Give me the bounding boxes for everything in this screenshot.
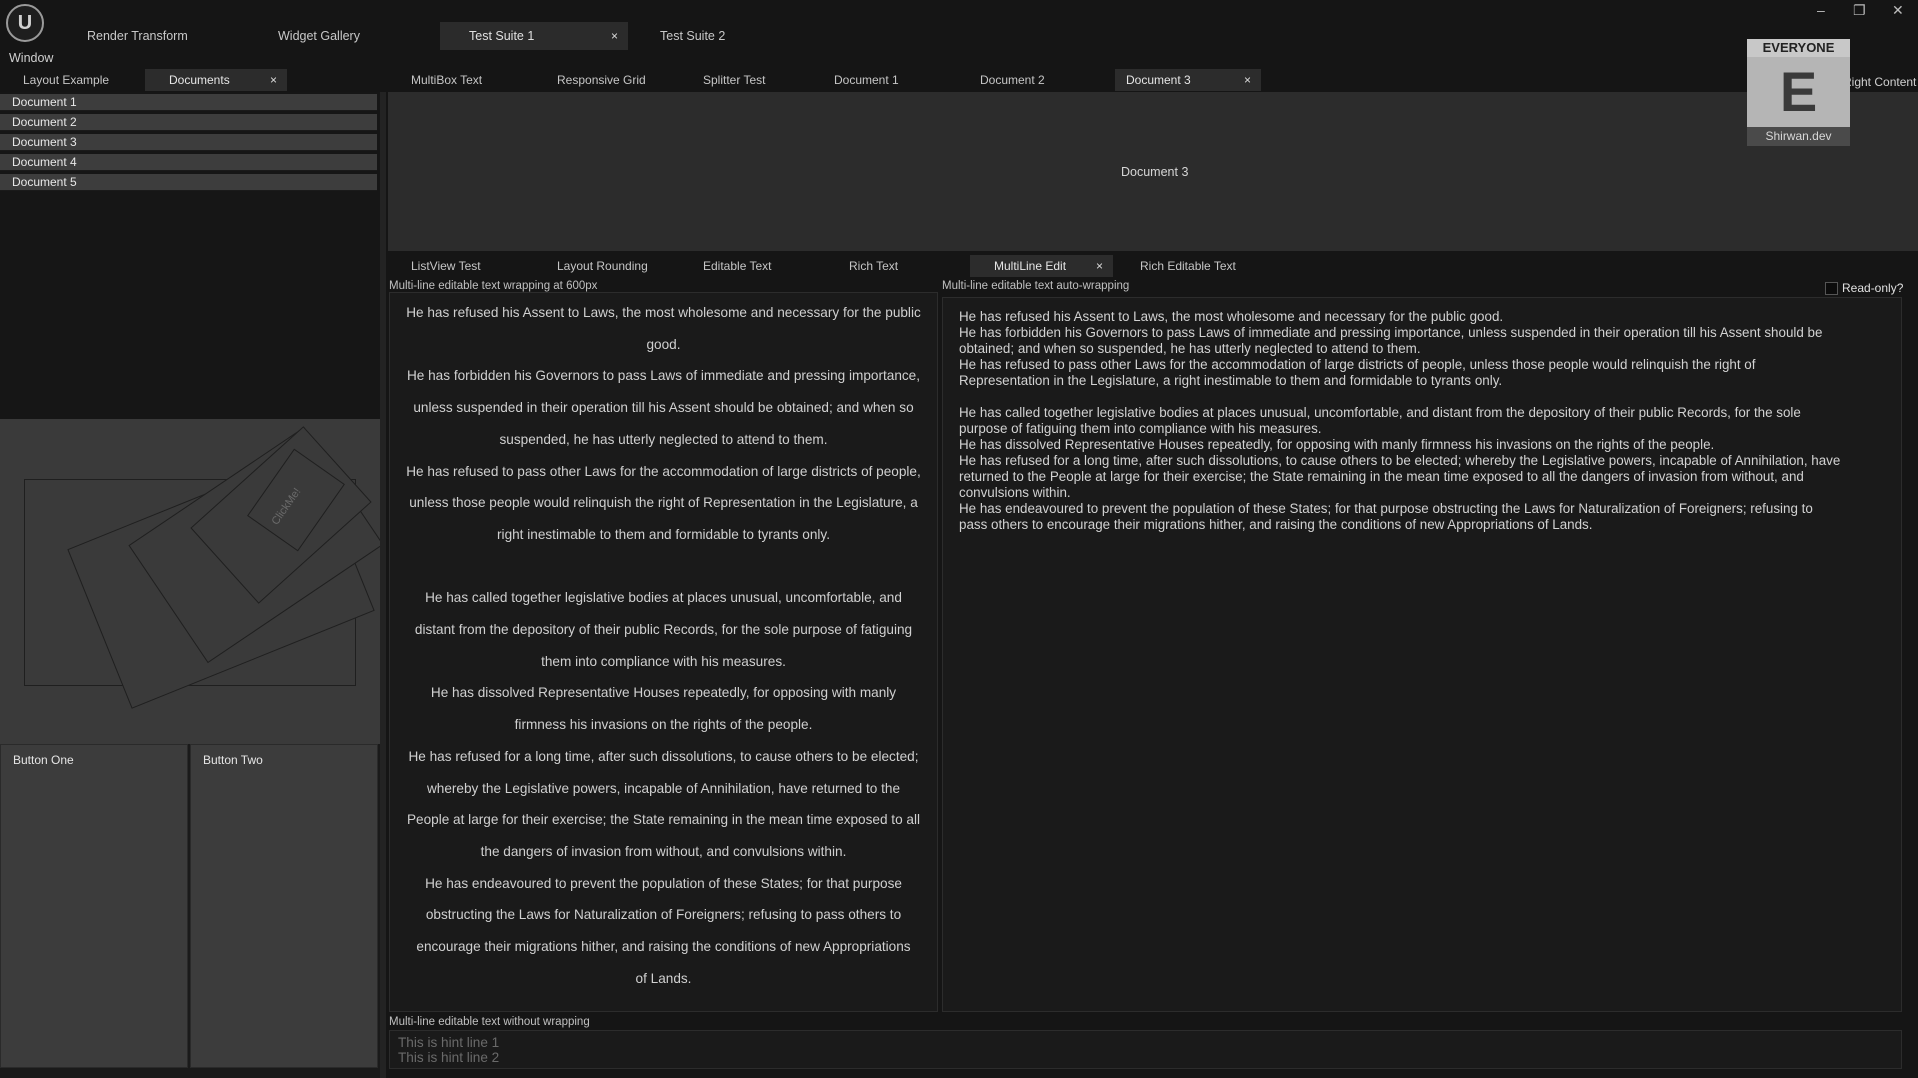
- text-line: of Lands.: [635, 970, 692, 986]
- text-line: He has forbidden his Governors to pass L…: [959, 325, 1823, 340]
- document-list-item[interactable]: Document 5: [0, 174, 377, 191]
- text-line: He has refused his Assent to Laws, the m…: [406, 305, 921, 320]
- text-line: the dangers of invasion from without, an…: [480, 843, 847, 859]
- everyone-rating-badge: EVERYONE E Shirwan.dev: [1747, 39, 1850, 146]
- text-line: [959, 389, 1885, 405]
- document-area: Document 3: [388, 92, 1918, 251]
- text-line: unless those people would relinquish the…: [409, 495, 918, 511]
- tab-document-1[interactable]: Document 1: [825, 69, 965, 91]
- tab-label: MultiLine Edit: [994, 259, 1067, 273]
- text-line: He has refused for a long time, after su…: [959, 453, 1841, 468]
- nowrap-label: Multi-line editable text without wrappin…: [389, 1016, 590, 1028]
- text-line: [390, 551, 937, 583]
- tab-listview-test[interactable]: ListView Test: [388, 255, 528, 277]
- rating-badge-footer: Shirwan.dev: [1747, 127, 1850, 146]
- tab-documents[interactable]: Documents ×: [145, 69, 287, 91]
- text-line: He has dissolved Representative Houses r…: [959, 437, 1715, 452]
- tab-document-2[interactable]: Document 2: [970, 69, 1110, 91]
- tab-rich-editable-text[interactable]: Rich Editable Text: [1125, 255, 1275, 277]
- tab-multibox-text[interactable]: MultiBox Text: [388, 69, 528, 91]
- text-line: unless suspended in their operation till…: [413, 400, 914, 416]
- text-line: He has refused to pass other Laws for th…: [959, 357, 1756, 372]
- multiline-textbox-wrap-600[interactable]: He has refused his Assent to Laws, the m…: [389, 292, 938, 1012]
- top-tab-test-suite-1[interactable]: Test Suite 1 ×: [440, 22, 628, 50]
- click-me-label: ClickMe!: [269, 485, 304, 528]
- text-line: good.: [646, 336, 681, 352]
- multiline-textbox-no-wrap[interactable]: This is hint line 1 This is hint line 2: [389, 1030, 1902, 1069]
- tab-document-3[interactable]: Document 3 ×: [1115, 69, 1261, 91]
- close-icon[interactable]: ×: [611, 22, 618, 50]
- text-line: distant from the depository of their pub…: [414, 622, 913, 638]
- top-tab-render-transform[interactable]: Render Transform: [74, 22, 234, 50]
- readonly-checkbox[interactable]: [1825, 282, 1838, 295]
- right-content-label: Right Content: [1843, 75, 1917, 89]
- vertical-splitter[interactable]: [380, 92, 386, 1078]
- document-list-item[interactable]: Document 1: [0, 94, 377, 111]
- hint-line: This is hint line 1: [398, 1035, 500, 1050]
- text-line: Representation in the Legislature, a rig…: [959, 373, 1503, 388]
- text-line: suspended, he has utterly neglected to a…: [499, 431, 828, 447]
- text-line: He has refused for a long time, after su…: [408, 748, 919, 764]
- document-list-item[interactable]: Document 3: [0, 134, 377, 151]
- wrap-600-label: Multi-line editable text wrapping at 600…: [389, 280, 598, 292]
- restore-icon[interactable]: ❐: [1853, 2, 1866, 19]
- tab-layout-rounding[interactable]: Layout Rounding: [535, 255, 675, 277]
- rating-letter-icon: E: [1747, 57, 1850, 127]
- document-area-title: Document 3: [1121, 165, 1189, 179]
- tab-multiline-edit[interactable]: MultiLine Edit ×: [970, 255, 1113, 277]
- minimize-icon[interactable]: –: [1817, 2, 1825, 18]
- text-line: He has refused to pass other Laws for th…: [406, 463, 921, 479]
- button-one[interactable]: Button One: [0, 744, 188, 1068]
- readonly-label: Read-only?: [1842, 281, 1904, 295]
- auto-wrap-label: Multi-line editable text auto-wrapping: [942, 280, 1130, 292]
- top-tab-widget-gallery[interactable]: Widget Gallery: [264, 22, 424, 50]
- text-line: He has endeavoured to prevent the popula…: [425, 875, 902, 891]
- text-line: whereby the Legislative powers, incapabl…: [426, 780, 901, 796]
- text-line: obtained; and when so suspended, he has …: [959, 341, 1421, 356]
- text-line: He has forbidden his Governors to pass L…: [406, 368, 921, 384]
- hint-line: This is hint line 2: [398, 1050, 500, 1065]
- text-line: purpose of fatiguing them into complianc…: [959, 421, 1322, 436]
- tab-splitter-test[interactable]: Splitter Test: [680, 69, 820, 91]
- window-menu[interactable]: Window: [9, 51, 53, 65]
- text-line: pass others to encourage their migration…: [959, 517, 1593, 532]
- close-window-icon[interactable]: ✕: [1892, 2, 1904, 19]
- unreal-logo-icon: U: [6, 4, 44, 42]
- text-line: obstructing the Laws for Naturalization …: [425, 907, 902, 923]
- text-line: firmness his invasions on the rights of …: [514, 717, 813, 733]
- button-two[interactable]: Button Two: [190, 744, 378, 1068]
- close-icon[interactable]: ×: [1244, 69, 1251, 91]
- document-list-item[interactable]: Document 2: [0, 114, 377, 131]
- top-tab-test-suite-2[interactable]: Test Suite 2: [644, 22, 804, 50]
- text-line: returned to the People at large for thei…: [959, 469, 1804, 484]
- text-line: He has dissolved Representative Houses r…: [430, 685, 897, 701]
- tab-label: Document 3: [1126, 73, 1191, 87]
- text-line: right inestimable to them and formidable…: [497, 526, 830, 542]
- text-line: He has endeavoured to prevent the popula…: [959, 501, 1813, 516]
- text-line: He has called together legislative bodie…: [425, 590, 902, 606]
- text-line: He has refused his Assent to Laws, the m…: [959, 309, 1504, 324]
- tab-editable-text[interactable]: Editable Text: [680, 255, 820, 277]
- tab-responsive-grid[interactable]: Responsive Grid: [535, 69, 675, 91]
- text-line: People at large for their exercise; the …: [406, 812, 921, 828]
- tab-rich-text[interactable]: Rich Text: [825, 255, 965, 277]
- tab-layout-example[interactable]: Layout Example: [0, 69, 145, 91]
- multiline-textbox-auto-wrap[interactable]: He has refused his Assent to Laws, the m…: [942, 297, 1902, 1012]
- text-line: He has called together legislative bodie…: [959, 405, 1801, 420]
- tab-label: Test Suite 1: [469, 29, 535, 43]
- close-icon[interactable]: ×: [270, 69, 277, 91]
- render-transform-area: ClickMe!: [0, 419, 380, 744]
- text-line: them into compliance with his measures.: [541, 653, 786, 669]
- tab-label: Documents: [169, 73, 230, 87]
- rating-badge-top: EVERYONE: [1747, 39, 1850, 57]
- text-line: convulsions within.: [959, 485, 1071, 500]
- document-list-item[interactable]: Document 4: [0, 154, 377, 171]
- close-icon[interactable]: ×: [1096, 255, 1103, 277]
- text-line: encourage their migrations hither, and r…: [416, 939, 911, 955]
